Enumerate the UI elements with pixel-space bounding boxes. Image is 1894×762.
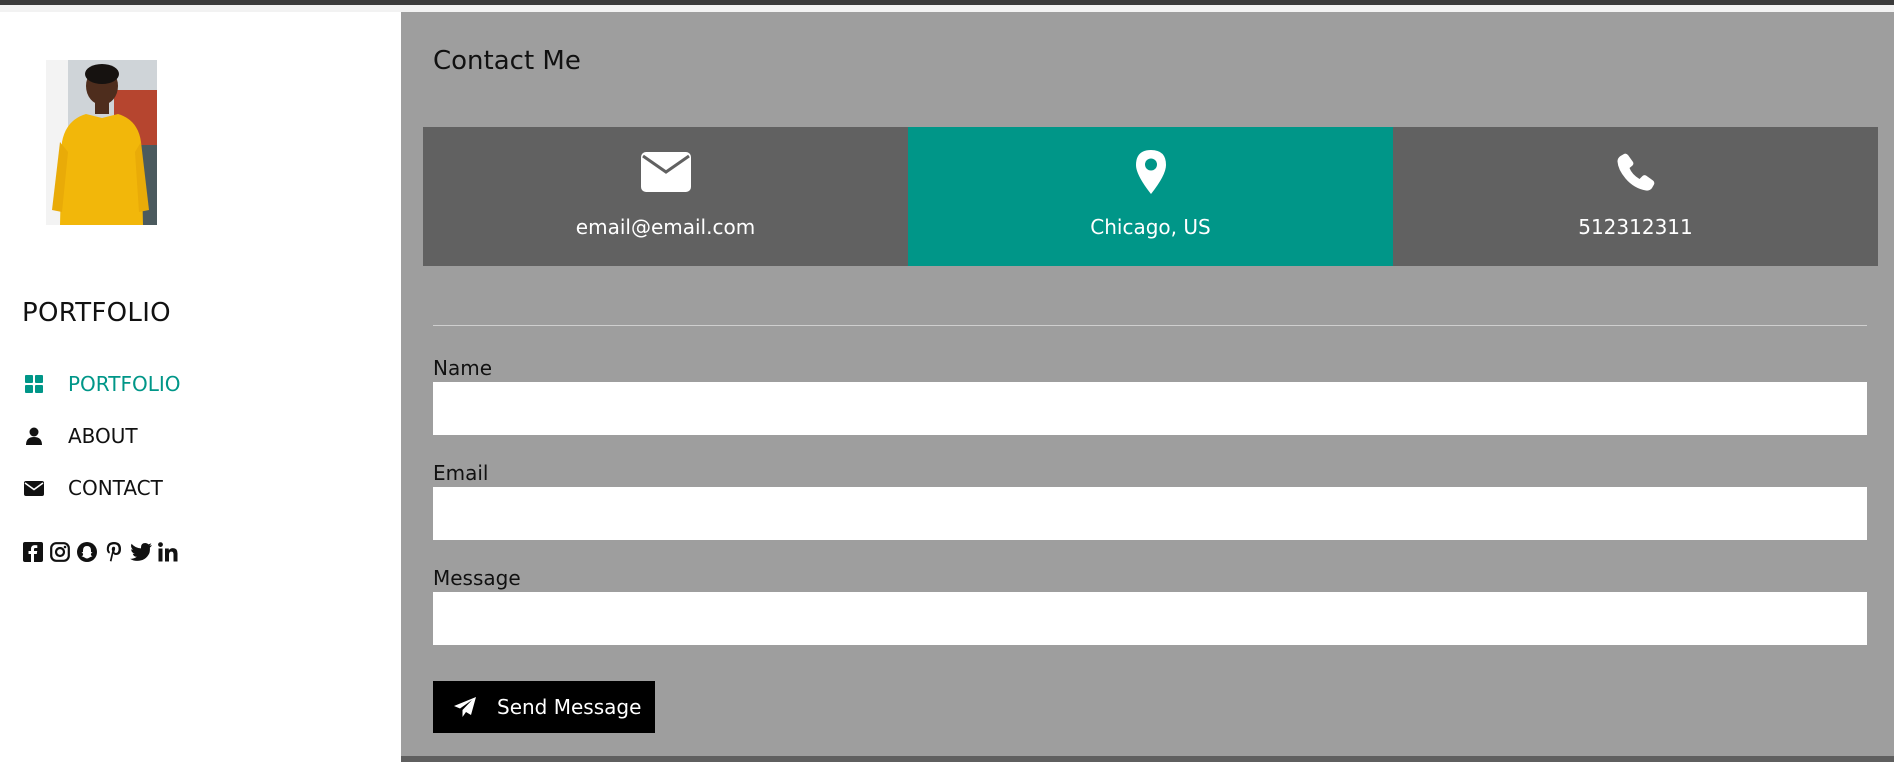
linkedin-icon[interactable]: [157, 540, 179, 564]
contact-email-text: email@email.com: [575, 215, 756, 239]
sidebar-item-about[interactable]: ABOUT: [22, 416, 382, 456]
email-label: Email: [433, 461, 489, 485]
social-links: [22, 540, 179, 564]
divider: [433, 325, 1867, 326]
message-input[interactable]: [433, 592, 1867, 645]
twitter-icon[interactable]: [130, 540, 152, 564]
contact-cards: email@email.com Chicago, US 512312311: [423, 127, 1878, 266]
sidebar-item-label: CONTACT: [68, 476, 163, 500]
sidebar: PORTFOLIO PORTFOLIO ABOUT CONTACT: [0, 12, 401, 762]
send-message-button[interactable]: Send Message: [433, 681, 655, 733]
avatar-photo: [46, 60, 157, 225]
grid-icon: [22, 372, 46, 396]
sidebar-item-contact[interactable]: CONTACT: [22, 468, 382, 508]
contact-card-location: Chicago, US: [908, 127, 1393, 266]
send-button-label: Send Message: [497, 695, 642, 719]
contact-card-email: email@email.com: [423, 127, 908, 266]
top-bar-gap: [0, 5, 1894, 12]
user-icon: [22, 424, 46, 448]
contact-card-phone: 512312311: [1393, 127, 1878, 266]
contact-location-text: Chicago, US: [1090, 215, 1211, 239]
sidebar-item-portfolio[interactable]: PORTFOLIO: [22, 364, 382, 404]
name-input[interactable]: [433, 382, 1867, 435]
contact-form: Name Email Message Send Message: [433, 354, 1867, 733]
instagram-icon[interactable]: [49, 540, 71, 564]
envelope-icon: [22, 476, 46, 500]
message-label: Message: [433, 566, 521, 590]
envelope-icon: [640, 149, 691, 195]
contact-phone-text: 512312311: [1578, 215, 1693, 239]
email-input[interactable]: [433, 487, 1867, 540]
map-pin-icon: [1135, 149, 1166, 195]
page-title: Contact Me: [433, 46, 581, 76]
sidebar-item-label: PORTFOLIO: [68, 372, 181, 396]
avatar: [46, 60, 157, 225]
sidebar-item-label: ABOUT: [68, 424, 138, 448]
main-content: Contact Me email@email.com Chicago, US 5…: [401, 12, 1894, 758]
sidebar-nav: PORTFOLIO ABOUT CONTACT: [22, 364, 382, 520]
pinterest-icon[interactable]: [103, 540, 125, 564]
facebook-icon[interactable]: [22, 540, 44, 564]
name-label: Name: [433, 356, 493, 380]
main-bottom-bar: [401, 756, 1894, 762]
paper-plane-icon: [453, 695, 477, 719]
phone-icon: [1616, 149, 1656, 195]
snapchat-icon[interactable]: [76, 540, 98, 564]
sidebar-title: PORTFOLIO: [22, 298, 171, 328]
